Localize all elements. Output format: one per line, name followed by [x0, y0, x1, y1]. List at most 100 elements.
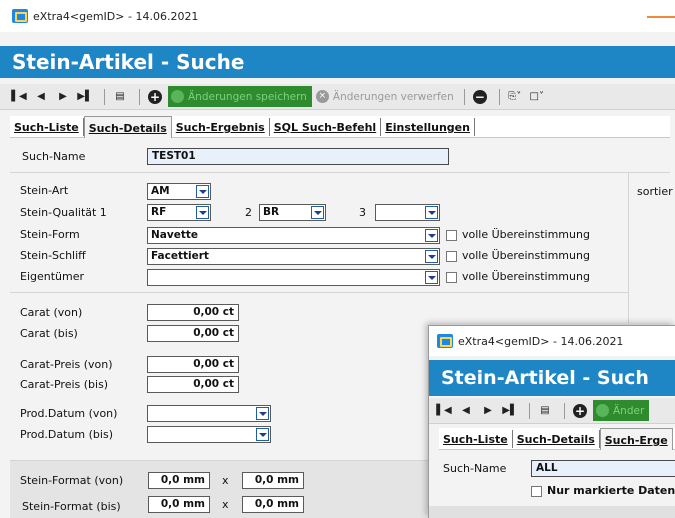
- stein-qualitaet-3-select[interactable]: [375, 204, 440, 221]
- chevron-down-icon[interactable]: [256, 407, 269, 420]
- tab-bar: Such-Liste Such-Details Such-Ergebnis SQ…: [10, 116, 670, 138]
- sort-label: sortier: [637, 185, 673, 198]
- such-name-input[interactable]: TEST01: [147, 148, 449, 165]
- stein-qualitaet-1-value: RF: [151, 206, 167, 218]
- stein-schliff-label: Stein-Schliff: [20, 249, 86, 262]
- add-record-button[interactable]: +: [571, 401, 589, 421]
- save-changes-button[interactable]: Änder: [593, 400, 650, 421]
- carat-preis-bis-label: Carat-Preis (bis): [20, 378, 109, 391]
- carat-von-label: Carat (von): [20, 306, 83, 319]
- chevron-down-icon[interactable]: [256, 428, 269, 441]
- prev-record-icon[interactable]: ◀: [32, 87, 50, 107]
- second-window[interactable]: eXtra4<gemID> - 14.06.2021 Stein-Artikel…: [428, 325, 675, 518]
- list-view-icon[interactable]: ▤: [111, 87, 129, 107]
- stein-form-select[interactable]: Navette: [147, 227, 440, 244]
- next-record-icon[interactable]: ▶: [479, 401, 497, 421]
- page-header: Stein-Artikel - Suche: [0, 46, 675, 78]
- chevron-down-icon[interactable]: [196, 185, 209, 198]
- stein-schliff-volle-checkbox[interactable]: [446, 251, 457, 262]
- prod-datum-von-label: Prod.Datum (von): [20, 407, 118, 420]
- nur-markierte-checkbox[interactable]: [531, 486, 542, 497]
- tab-such-details[interactable]: Such-Details: [83, 116, 172, 138]
- discard-changes-button[interactable]: × Änderungen verwerfen: [315, 87, 454, 107]
- stein-form-volle-checkbox[interactable]: [446, 230, 457, 241]
- tab-einstellungen[interactable]: Einstellungen: [381, 118, 475, 136]
- first-record-icon[interactable]: ▌◀: [435, 401, 453, 421]
- app-icon: [12, 9, 28, 23]
- stein-qualitaet-label: Stein-Qualität 1: [20, 206, 107, 219]
- divider: [10, 172, 670, 173]
- title-bar: eXtra4<gemID> - 14.06.2021: [429, 326, 675, 356]
- list-view-icon[interactable]: ▤: [536, 401, 554, 421]
- times-sign: x: [222, 474, 229, 487]
- carat-preis-von-input[interactable]: 0,00 ct: [147, 356, 239, 373]
- divider: [10, 460, 428, 461]
- stein-art-select[interactable]: AM: [147, 183, 211, 200]
- eigentuemer-select[interactable]: [147, 269, 440, 286]
- such-name-label: Such-Name: [443, 462, 507, 475]
- chevron-down-icon[interactable]: [425, 271, 438, 284]
- print-icon[interactable]: ⎘˅: [506, 87, 524, 107]
- such-name-input[interactable]: ALL: [531, 460, 675, 477]
- stein-format-von-b-input[interactable]: 0,0 mm: [242, 472, 304, 489]
- carat-von-input[interactable]: 0,00 ct: [147, 304, 239, 321]
- chevron-down-icon[interactable]: [425, 250, 438, 263]
- stein-qualitaet-2-label: 2: [245, 206, 252, 219]
- prod-datum-bis-select[interactable]: [147, 426, 271, 443]
- nur-markierte-label: Nur markierte Datensä: [547, 484, 675, 497]
- divider: [628, 173, 629, 323]
- stein-format-von-label: Stein-Format (von): [20, 474, 124, 487]
- toolbar-divider: [529, 402, 530, 419]
- chevron-down-icon[interactable]: [196, 206, 209, 219]
- volle-uebereinstimmung-label: volle Übereinstimmung: [462, 228, 590, 241]
- window-menu-icon[interactable]: □˅: [528, 87, 546, 107]
- footer-strip: [429, 506, 675, 518]
- carat-preis-von-label: Carat-Preis (von): [20, 358, 113, 371]
- volle-uebereinstimmung-label: volle Übereinstimmung: [462, 270, 590, 283]
- chevron-down-icon[interactable]: [311, 206, 324, 219]
- tab-such-liste[interactable]: Such-Liste: [439, 430, 513, 448]
- last-record-icon[interactable]: ▶▌: [76, 87, 94, 107]
- tab-such-ergebnis[interactable]: Such-Erge: [599, 428, 673, 450]
- prev-record-icon[interactable]: ◀: [457, 401, 475, 421]
- save-changes-label: Änderungen speichern: [188, 90, 307, 103]
- first-record-icon[interactable]: ▌◀: [10, 87, 28, 107]
- stein-qualitaet-3-label: 3: [359, 206, 366, 219]
- add-record-button[interactable]: +: [146, 87, 164, 107]
- stein-form-value: Navette: [151, 229, 198, 241]
- prod-datum-von-select[interactable]: [147, 405, 271, 422]
- stein-qualitaet-1-select[interactable]: RF: [147, 204, 211, 221]
- stein-format-bis-a-input[interactable]: 0,0 mm: [148, 496, 210, 513]
- tab-such-liste[interactable]: Such-Liste: [10, 118, 84, 136]
- tab-such-details[interactable]: Such-Details: [513, 430, 600, 448]
- times-sign: x: [222, 498, 229, 511]
- stein-schliff-value: Facettiert: [151, 250, 209, 262]
- toolbar: ▌◀ ◀ ▶ ▶▌ ▤ + Änder: [429, 398, 675, 424]
- stein-qualitaet-2-select[interactable]: BR: [259, 204, 326, 221]
- delete-record-button[interactable]: −: [471, 87, 489, 107]
- volle-uebereinstimmung-label: volle Übereinstimmung: [462, 249, 590, 262]
- eigentuemer-label: Eigentümer: [20, 270, 85, 283]
- stein-qualitaet-2-value: BR: [263, 206, 280, 218]
- accent-line: [647, 16, 675, 18]
- carat-bis-input[interactable]: 0,00 ct: [147, 325, 239, 342]
- eigentuemer-volle-checkbox[interactable]: [446, 272, 457, 283]
- save-changes-label: Änder: [613, 404, 645, 417]
- next-record-icon[interactable]: ▶: [54, 87, 72, 107]
- stein-format-bis-b-input[interactable]: 0,0 mm: [242, 496, 304, 513]
- chevron-down-icon[interactable]: [425, 206, 438, 219]
- save-changes-button[interactable]: Änderungen speichern: [168, 86, 312, 107]
- prod-datum-bis-label: Prod.Datum (bis): [20, 428, 113, 441]
- window-title: eXtra4<gemID> - 14.06.2021: [33, 9, 199, 23]
- app-icon: [437, 334, 453, 348]
- toolbar: ▌◀ ◀ ▶ ▶▌ ▤ + Änderungen speichern × Ände…: [0, 84, 675, 110]
- tab-sql-such-befehl[interactable]: SQL Such-Befehl: [270, 118, 382, 136]
- chevron-down-icon[interactable]: [425, 229, 438, 242]
- carat-bis-label: Carat (bis): [20, 327, 78, 340]
- stein-schliff-select[interactable]: Facettiert: [147, 248, 440, 265]
- stein-format-von-a-input[interactable]: 0,0 mm: [148, 472, 210, 489]
- carat-preis-bis-input[interactable]: 0,00 ct: [147, 376, 239, 393]
- toolbar-divider: [564, 402, 565, 419]
- tab-such-ergebnis[interactable]: Such-Ergebnis: [172, 118, 270, 136]
- last-record-icon[interactable]: ▶▌: [501, 401, 519, 421]
